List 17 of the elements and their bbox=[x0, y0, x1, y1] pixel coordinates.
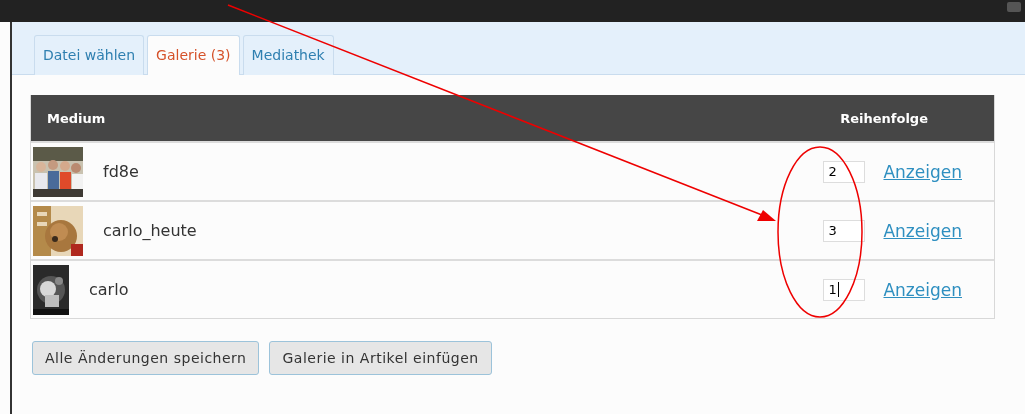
order-input[interactable]: 3 bbox=[823, 219, 866, 242]
media-name: carlo bbox=[89, 280, 129, 299]
media-name: carlo_heute bbox=[103, 221, 197, 240]
action-button[interactable]: Alle Änderungen speichern bbox=[32, 341, 260, 375]
show-link[interactable]: Anzeigen bbox=[883, 161, 962, 182]
order-input[interactable]: 2 bbox=[823, 160, 866, 183]
show-link[interactable]: Anzeigen bbox=[883, 220, 962, 241]
media-name: fd8e bbox=[103, 162, 139, 181]
action-button[interactable]: Galerie in Artikel einfügen bbox=[269, 341, 492, 375]
tab[interactable]: Datei wählen bbox=[34, 35, 145, 75]
tab[interactable]: Mediathek bbox=[242, 35, 334, 75]
tab[interactable]: Galerie (3) bbox=[147, 35, 240, 75]
column-header: Medium bbox=[47, 110, 106, 126]
order-input[interactable]: 1 bbox=[823, 278, 866, 301]
close-icon[interactable] bbox=[1007, 2, 1021, 12]
show-link[interactable]: Anzeigen bbox=[883, 279, 962, 300]
column-header: Reihenfolge bbox=[840, 110, 928, 126]
